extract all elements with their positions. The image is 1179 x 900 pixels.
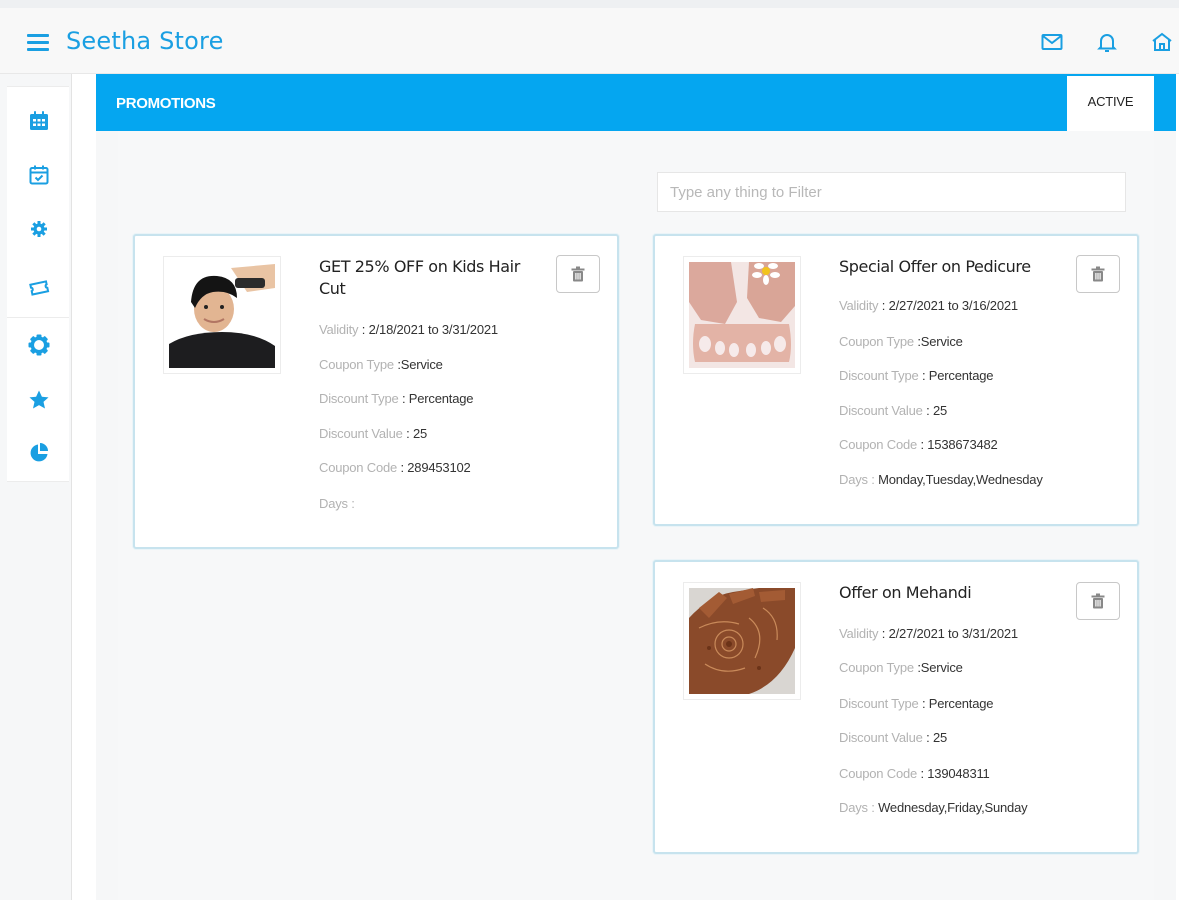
promotion-title: Offer on Mehandi bbox=[839, 583, 972, 602]
coupon-code-row: Coupon Code : 1538673482 bbox=[839, 437, 998, 452]
validity-value: 2/18/2021 to 3/31/2021 bbox=[368, 322, 499, 337]
discount-type-value: Percentage bbox=[408, 391, 474, 406]
pedicure-photo bbox=[683, 256, 801, 374]
star-icon[interactable] bbox=[27, 388, 51, 412]
days-row: Days : bbox=[319, 496, 355, 511]
delete-button[interactable] bbox=[556, 255, 600, 293]
sidebar-menu bbox=[7, 86, 69, 482]
calendar-icon[interactable] bbox=[27, 109, 51, 133]
coupon-type-value: Service bbox=[920, 334, 963, 349]
discount-type-row: Discount Type : Percentage bbox=[319, 391, 474, 406]
coupon-type-value: Service bbox=[920, 660, 963, 675]
app-title: Seetha Store bbox=[66, 27, 224, 55]
days-value: Monday,Tuesday,Wednesday bbox=[878, 472, 1043, 487]
discount-type-row: Discount Type : Percentage bbox=[839, 696, 994, 711]
validity-value: 2/27/2021 to 3/16/2021 bbox=[888, 298, 1019, 313]
discount-value-row: Discount Value : 25 bbox=[839, 730, 947, 745]
discount-type-row: Discount Type : Percentage bbox=[839, 368, 994, 383]
coupon-type-value: Service bbox=[400, 357, 443, 372]
main-panel: PROMOTIONS ACTIVE GET 25% OFF on Kids Ha… bbox=[96, 74, 1176, 900]
discount-value: 25 bbox=[932, 403, 947, 418]
badge-icon[interactable] bbox=[27, 333, 51, 357]
filter-input[interactable] bbox=[657, 172, 1126, 212]
discount-value: 25 bbox=[412, 426, 427, 441]
discount-type-value: Percentage bbox=[928, 696, 994, 711]
top-bar: Seetha Store bbox=[0, 0, 1179, 74]
promotions-header: PROMOTIONS ACTIVE bbox=[96, 74, 1176, 131]
trash-icon bbox=[1091, 266, 1105, 282]
promotion-title: GET 25% OFF on Kids Hair Cut bbox=[319, 257, 520, 298]
validity-row: Validity : 2/27/2021 to 3/31/2021 bbox=[839, 626, 1018, 641]
promotion-card: Special Offer on Pedicure Validity : 2/2… bbox=[653, 234, 1139, 526]
coupon-code-value: 139048311 bbox=[927, 766, 990, 781]
delete-button[interactable] bbox=[1076, 255, 1120, 293]
days-row: Days : Wednesday,Friday,Sunday bbox=[839, 800, 1028, 815]
discount-value: 25 bbox=[932, 730, 947, 745]
trash-icon bbox=[1091, 593, 1105, 609]
ticket-icon[interactable] bbox=[27, 275, 51, 299]
mail-icon[interactable] bbox=[1040, 30, 1064, 54]
discount-type-value: Percentage bbox=[928, 368, 994, 383]
coupon-code-row: Coupon Code : 289453102 bbox=[319, 460, 471, 475]
menu-icon[interactable] bbox=[27, 34, 49, 51]
tab-active[interactable]: ACTIVE bbox=[1067, 76, 1154, 131]
bell-icon[interactable] bbox=[1095, 30, 1119, 54]
validity-value: 2/27/2021 to 3/31/2021 bbox=[888, 626, 1019, 641]
coupon-type-row: Coupon Type :Service bbox=[839, 660, 963, 675]
kids-haircut-photo bbox=[163, 256, 281, 374]
validity-row: Validity : 2/27/2021 to 3/16/2021 bbox=[839, 298, 1018, 313]
coupon-code-row: Coupon Code : 139048311 bbox=[839, 766, 990, 781]
promotion-card: Offer on Mehandi Validity : 2/27/2021 to… bbox=[653, 560, 1139, 854]
coupon-code-value: 1538673482 bbox=[927, 437, 998, 452]
delete-button[interactable] bbox=[1076, 582, 1120, 620]
coupon-code-value: 289453102 bbox=[407, 460, 471, 475]
calendar-check-icon[interactable] bbox=[27, 163, 51, 187]
trash-icon bbox=[571, 266, 585, 282]
coupon-type-row: Coupon Type :Service bbox=[839, 334, 963, 349]
promotion-title: Special Offer on Pedicure bbox=[839, 257, 1031, 276]
page-title: PROMOTIONS bbox=[116, 95, 216, 112]
validity-row: Validity : 2/18/2021 to 3/31/2021 bbox=[319, 322, 498, 337]
promotion-card: GET 25% OFF on Kids Hair Cut Validity : … bbox=[133, 234, 619, 549]
sidebar bbox=[0, 74, 72, 900]
mehandi-photo bbox=[683, 582, 801, 700]
sidebar-divider bbox=[7, 317, 69, 318]
home-icon[interactable] bbox=[1150, 30, 1174, 54]
gear-icon[interactable] bbox=[27, 217, 51, 241]
coupon-type-row: Coupon Type :Service bbox=[319, 357, 443, 372]
discount-value-row: Discount Value : 25 bbox=[319, 426, 427, 441]
days-value: Wednesday,Friday,Sunday bbox=[878, 800, 1028, 815]
discount-value-row: Discount Value : 25 bbox=[839, 403, 947, 418]
pie-chart-icon[interactable] bbox=[27, 441, 51, 465]
days-row: Days : Monday,Tuesday,Wednesday bbox=[839, 472, 1043, 487]
